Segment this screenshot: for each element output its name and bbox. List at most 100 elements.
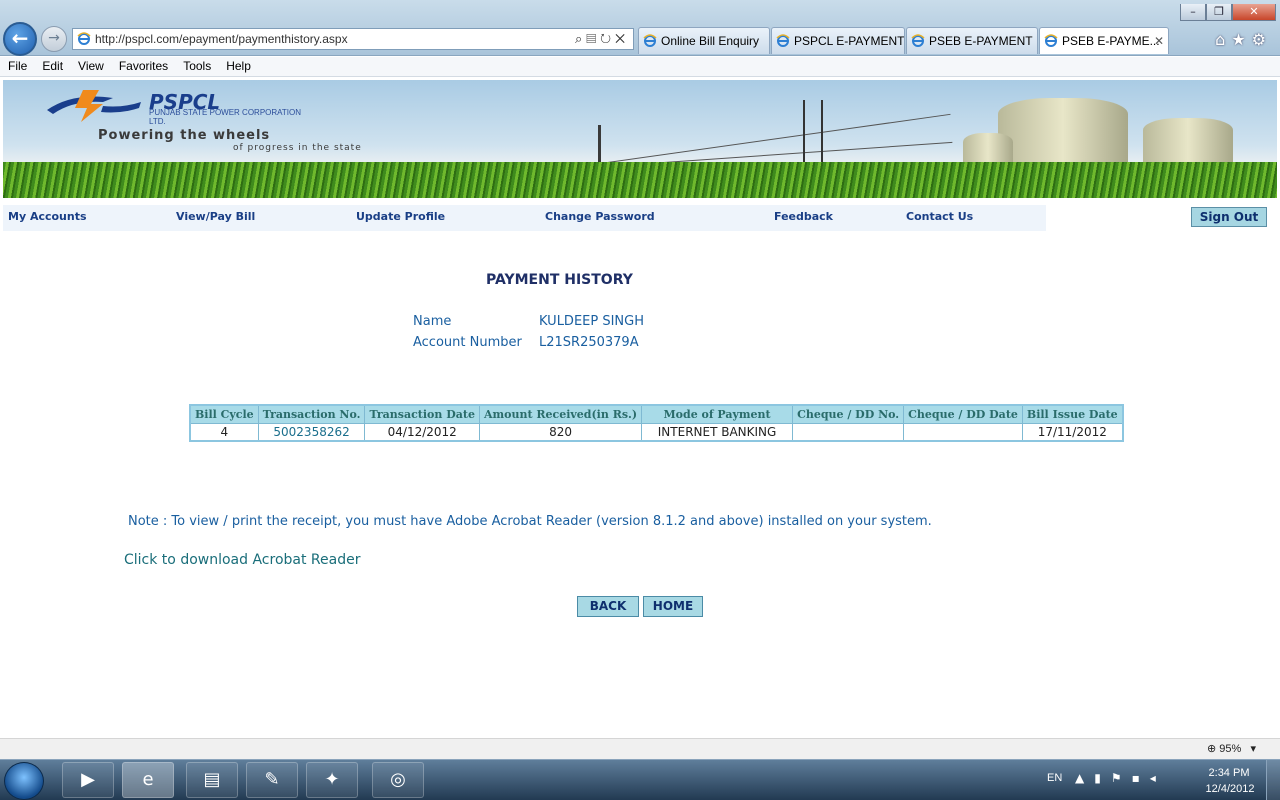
start-button[interactable] bbox=[4, 762, 44, 800]
home-icon[interactable]: ⌂ bbox=[1215, 30, 1231, 49]
gear-icon[interactable]: ⚙ bbox=[1252, 30, 1272, 49]
tab-pspcl-e-payment[interactable]: PSPCL E-PAYMENT bbox=[771, 27, 905, 54]
menu-view[interactable]: View bbox=[70, 57, 111, 76]
tab-close-icon[interactable]: ✕ bbox=[1154, 28, 1164, 54]
page-title: PAYMENT HISTORY bbox=[486, 272, 633, 288]
col-transaction-no: Transaction No. bbox=[257, 404, 366, 424]
menu-file[interactable]: File bbox=[0, 57, 34, 76]
cell-transaction-no-link[interactable]: 5002358262 bbox=[257, 422, 366, 442]
taskbar: ▶ e ▤ ✎ ✦ ◎ EN ▲▮⚑▪◂ 2:34 PM 12/4/2012 bbox=[0, 759, 1280, 800]
tab-label: PSPCL E-PAYMENT bbox=[794, 34, 905, 48]
back-arrow-button[interactable]: ← bbox=[3, 22, 37, 56]
clock-date[interactable]: 12/4/2012 bbox=[1200, 783, 1260, 795]
name-label: Name bbox=[413, 314, 452, 329]
menu-favorites[interactable]: Favorites bbox=[111, 57, 175, 76]
receipt-note: Note : To view / print the receipt, you … bbox=[128, 514, 932, 529]
tab-pseb-e-payment[interactable]: PSEB E-PAYMENT bbox=[906, 27, 1038, 54]
system-tray: ▲▮⚑▪◂ bbox=[1075, 771, 1166, 785]
cell-cheque-dd-date bbox=[903, 422, 1023, 442]
language-indicator[interactable]: EN bbox=[1047, 772, 1062, 784]
col-mode-of-payment: Mode of Payment bbox=[641, 404, 794, 424]
nav-contact-us[interactable]: Contact Us bbox=[906, 205, 973, 229]
menu-bar: File Edit View Favorites Tools Help bbox=[0, 57, 1280, 77]
menu-tools[interactable]: Tools bbox=[175, 57, 218, 76]
refresh-icon[interactable]: ↻ bbox=[600, 31, 615, 46]
tab-label: Online Bill Enquiry bbox=[661, 34, 760, 48]
close-window-button[interactable]: ✕ bbox=[1232, 4, 1276, 21]
maximize-button[interactable]: ❐ bbox=[1206, 4, 1232, 21]
search-icon[interactable]: ⌕ bbox=[575, 31, 586, 46]
tab-online-bill-enquiry[interactable]: Online Bill Enquiry bbox=[638, 27, 770, 54]
grass-strip bbox=[3, 162, 1277, 198]
browser-chrome: – ❐ ✕ ← → http://pspcl.com/epayment/paymen… bbox=[0, 0, 1280, 56]
tab-pseb-e-payment-active[interactable]: PSEB E-PAYME... ✕ bbox=[1039, 27, 1169, 54]
tagline-secondary: of progress in the state bbox=[233, 143, 362, 153]
menu-edit[interactable]: Edit bbox=[34, 57, 70, 76]
forward-arrow-button[interactable]: → bbox=[41, 26, 67, 52]
zoom-level: 95% bbox=[1219, 743, 1242, 755]
col-bill-cycle: Bill Cycle bbox=[189, 404, 259, 424]
nav-change-password[interactable]: Change Password bbox=[545, 205, 655, 229]
network-icon[interactable]: ▮ bbox=[1094, 771, 1111, 785]
cell-bill-cycle: 4 bbox=[189, 422, 259, 442]
chevron-down-icon: ▾ bbox=[1250, 743, 1256, 755]
nav-my-accounts[interactable]: My Accounts bbox=[8, 205, 87, 229]
site-banner: PSPCL PUNJAB STATE POWER CORPORATION LTD… bbox=[3, 80, 1277, 198]
cell-cheque-dd-no bbox=[792, 422, 905, 442]
account-number-value: L21SR250379A bbox=[539, 335, 639, 350]
ie-tab-icon bbox=[776, 34, 790, 47]
volume-icon[interactable]: ◂ bbox=[1150, 771, 1166, 785]
ie-page-icon bbox=[77, 32, 91, 45]
file-explorer-icon[interactable]: ▤ bbox=[186, 762, 238, 798]
download-acrobat-link[interactable]: Click to download Acrobat Reader bbox=[124, 552, 360, 568]
nav-view-pay-bill[interactable]: View/Pay Bill bbox=[176, 205, 255, 229]
col-amount-received: Amount Received(in Rs.) bbox=[478, 404, 643, 424]
media-player-icon[interactable]: ▶ bbox=[62, 762, 114, 798]
address-bar[interactable]: http://pspcl.com/epayment/paymenthistory… bbox=[72, 28, 634, 50]
col-cheque-dd-no: Cheque / DD No. bbox=[792, 404, 905, 424]
zoom-icon: ⊕ bbox=[1206, 743, 1217, 755]
pspcl-logo-icon bbox=[47, 90, 141, 122]
gimp-icon[interactable]: ✦ bbox=[306, 762, 358, 798]
table-header-row: Bill Cycle Transaction No. Transaction D… bbox=[189, 404, 1124, 424]
col-bill-issue-date: Bill Issue Date bbox=[1021, 404, 1124, 424]
col-cheque-dd-date: Cheque / DD Date bbox=[903, 404, 1023, 424]
flag-icon[interactable]: ⚑ bbox=[1111, 771, 1132, 785]
window-controls: – ❐ ✕ bbox=[1180, 0, 1276, 21]
show-desktop-button[interactable] bbox=[1266, 760, 1280, 800]
cell-mode-of-payment: INTERNET BANKING bbox=[641, 422, 794, 442]
tray-expand-icon[interactable]: ▲ bbox=[1075, 771, 1094, 785]
sign-out-button[interactable]: Sign Out bbox=[1191, 207, 1267, 227]
chrome-icon[interactable]: ◎ bbox=[372, 762, 424, 798]
compat-view-icon[interactable]: ▤ bbox=[586, 31, 600, 46]
favorites-star-icon[interactable]: ★ bbox=[1231, 30, 1251, 49]
name-value: KULDEEP SINGH bbox=[539, 314, 645, 329]
tab-label: PSEB E-PAYME... bbox=[1062, 34, 1160, 48]
ie-tab-icon bbox=[643, 34, 657, 47]
nav-update-profile[interactable]: Update Profile bbox=[356, 205, 445, 229]
clock-time[interactable]: 2:34 PM bbox=[1206, 767, 1252, 779]
cell-transaction-date: 04/12/2012 bbox=[364, 422, 480, 442]
payment-history-table: Bill Cycle Transaction No. Transaction D… bbox=[189, 404, 1124, 442]
zoom-control[interactable]: ⊕ 95% ▾ bbox=[1207, 739, 1256, 759]
corporation-name: PUNJAB STATE POWER CORPORATION LTD. bbox=[149, 108, 302, 126]
browser-command-icons: ⌂★⚙ bbox=[1215, 30, 1272, 49]
menu-help[interactable]: Help bbox=[218, 57, 258, 76]
ie-tab-icon bbox=[911, 34, 925, 47]
address-url: http://pspcl.com/epayment/paymenthistory… bbox=[95, 32, 348, 46]
ie-tab-icon bbox=[1044, 34, 1058, 47]
account-number-label: Account Number bbox=[413, 335, 522, 350]
table-row: 4 5002358262 04/12/2012 820 INTERNET BAN… bbox=[189, 422, 1124, 442]
internet-explorer-icon[interactable]: e bbox=[122, 762, 174, 798]
notepad-plus-icon[interactable]: ✎ bbox=[246, 762, 298, 798]
back-button[interactable]: BACK bbox=[577, 596, 639, 617]
stop-icon[interactable]: ✕ bbox=[615, 31, 629, 46]
address-tools: ⌕▤↻✕ bbox=[575, 29, 629, 49]
home-button[interactable]: HOME bbox=[643, 596, 703, 617]
nav-feedback[interactable]: Feedback bbox=[774, 205, 833, 229]
cell-bill-issue-date: 17/11/2012 bbox=[1021, 422, 1124, 442]
minimize-button[interactable]: – bbox=[1180, 4, 1206, 21]
status-bar: ⊕ 95% ▾ bbox=[0, 738, 1280, 759]
tab-label: PSEB E-PAYMENT bbox=[929, 34, 1033, 48]
power-icon[interactable]: ▪ bbox=[1132, 771, 1150, 785]
